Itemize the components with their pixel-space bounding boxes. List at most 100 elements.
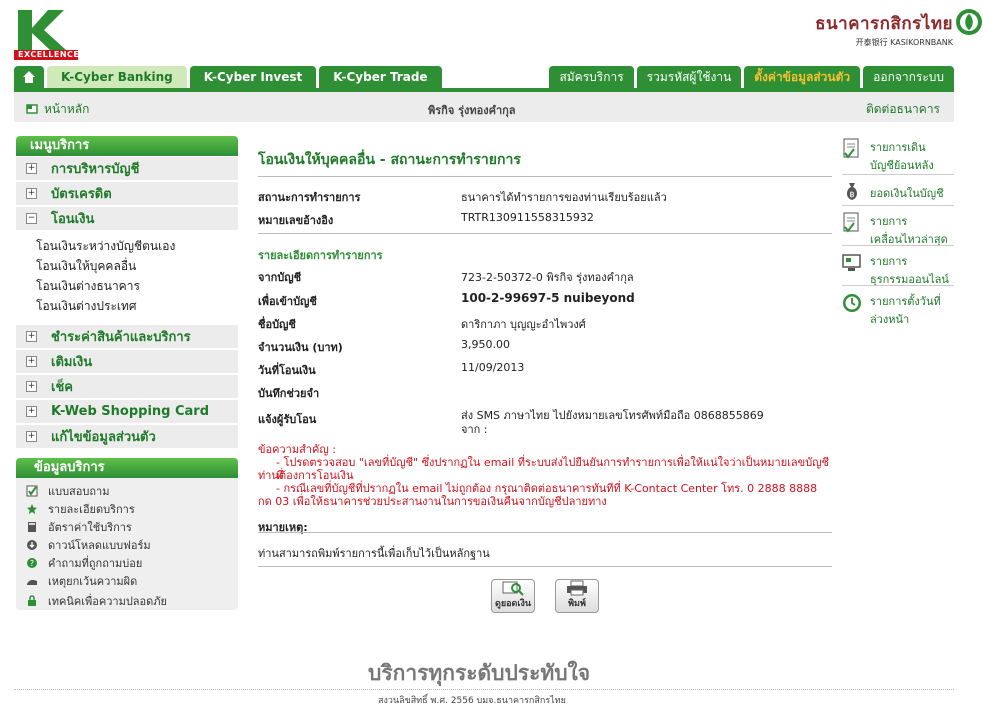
lock-icon [28,595,36,606]
status-value: ธนาคารได้ทำรายการของท่านเรียบร้อยแล้ว [461,191,667,204]
service-menu-title: เมนูบริการ [16,136,238,156]
menu-cheque[interactable]: + เช็ค [16,375,238,399]
magnifier-icon [502,581,524,596]
bank-brand: ธนาคารกสิกรไทย 开泰银行 KASIKORNBANK [815,9,982,48]
menu-edit-profile[interactable]: + แก้ไขข้อมูลส่วนตัว [16,425,238,449]
svc-disclaimer[interactable]: เหตุยกเว้นความผิด [26,572,137,590]
from-account-value: 723-2-50372-0 พิรกิจ รุ่งทองคำกุล [461,271,634,284]
svc-label: คำถามที่ถูกถามบ่อย [48,557,143,570]
menu-top-up[interactable]: + เติมเงิน [16,350,238,374]
home-tab[interactable] [14,66,44,88]
faq-icon: ? [27,558,37,568]
scheduled-transactions-link[interactable]: รายการตั้งวันที่ ล่วงหน้า [842,292,952,328]
online-transactions-link[interactable]: รายการ ธุรกรรมออนไลน์ [842,252,952,288]
money-bag-icon: ฿ [847,183,857,200]
computer-icon [842,254,861,271]
important-line-1: - โปรดตรวจสอบ "เลขที่บัญชี" ซึ่งปรากฏใน … [276,456,830,482]
contact-bank-link[interactable]: ติดต่อธนาคาร [866,100,940,119]
svg-text:฿: ฿ [849,190,854,199]
to-account-label: เพื่อเข้าบัญชี [258,295,317,308]
rp-label: รายการตั้งวันที่ [870,295,941,308]
account-name-value: ดาริกาภา บุญญะอำไพวงศ์ [461,318,586,331]
star-icon [27,504,37,514]
tab-k-cyber-banking[interactable]: K-Cyber Banking [47,66,187,88]
submenu-transfer-own[interactable]: โอนเงินระหว่างบัญชีตนเอง [36,237,175,256]
logo-text: EXCELLENCE [18,50,80,59]
menu-label: เช็ค [51,380,73,395]
statement-history-link[interactable]: รายการเดินบัญชีย้อนหลัง [842,138,952,174]
tab-k-cyber-invest[interactable]: K-Cyber Invest [189,66,317,88]
divider [842,285,954,286]
svc-label: ดาวน์โหลดแบบฟอร์ม [48,539,151,552]
svc-label: รายละเอียดบริการ [48,503,135,516]
important-line-1b: ท่านต้องการโอนเงิน [258,469,354,482]
menu-account-management[interactable]: + การบริหารบัญชี [16,157,238,181]
menu-bill-payment[interactable]: + ชำระค่าสินค้าและบริการ [16,325,238,349]
submenu-transfer-others[interactable]: โอนเงินให้บุคคลอื่น [36,257,136,276]
menu-credit-card[interactable]: + บัตรเครดิต [16,182,238,206]
memo-label: บันทึกช่วยจำ [258,387,320,400]
user-name: พิรกิจ รุ่งทองคำกุล [428,104,516,117]
personal-settings-link[interactable]: ตั้งค่าข้อมูลส่วนตัว [744,66,861,88]
expand-icon: + [26,188,37,199]
document-check-icon [843,212,859,233]
svc-fees[interactable]: อัตราค่าใช้บริการ [26,518,132,536]
rp-label: บัญชีย้อนหลัง [870,159,934,172]
svc-faq[interactable]: ? คำถามที่ถูกถามบ่อย [26,554,142,572]
kbank-excellence-logo[interactable]: EXCELLENCE [14,8,80,60]
svc-label: เทคนิคเพื่อความปลอดภัย [48,595,167,608]
divider [258,233,832,234]
combine-user-id-link[interactable]: รวมรหัสผู้ใช้งาน [636,66,742,88]
account-name-label: ชื่อบัญชี [258,318,296,331]
rp-label: รายการเดิน [870,141,926,154]
kbank-leaf-icon [956,9,982,35]
to-account-value: 100-2-99697-5 nuibeyond [461,291,635,305]
svc-security-tips[interactable]: เทคนิคเพื่อความปลอดภัย [26,592,167,610]
submenu-transfer-other-bank[interactable]: โอนเงินต่างธนาคาร [36,277,140,296]
submenu-transfer-overseas[interactable]: โอนเงินต่างประเทศ [36,297,137,316]
expand-icon: + [26,406,37,417]
logout-link[interactable]: ออกจากระบบ [863,66,954,88]
divider [842,174,954,175]
svc-label: อัตราค่าใช้บริการ [48,521,132,534]
slogan: บริการทุกระดับประทับใจ [368,661,591,685]
reference-label: หมายเลขอ้างอิง [258,214,334,227]
svc-survey[interactable]: แบบสอบถาม [26,482,109,500]
register-service-link[interactable]: สมัครบริการ [549,66,634,88]
divider [258,176,832,177]
home-link[interactable]: หน้าหลัก [26,100,89,119]
clock-icon [843,294,861,312]
home-icon [23,71,35,83]
service-info-title: ข้อมูลบริการ [16,458,238,478]
menu-shopping-card[interactable]: + K-Web Shopping Card [16,400,238,424]
reference-value: TRTR130911558315932 [461,211,594,224]
page-title: โอนเงินให้บุคคลอื่น - สถานะการทำรายการ [258,152,521,168]
expand-icon: + [26,381,37,392]
svc-details[interactable]: รายละเอียดบริการ [26,500,135,518]
menu-label: บัตรเครดิต [51,187,112,202]
menu-label: K-Web Shopping Card [51,404,210,419]
menu-label: การบริหารบัญชี [51,162,140,177]
important-line-2b: กด 03 เพื่อให้ธนาคารช่วยประสานงานในการขอ… [258,495,607,508]
menu-transfer[interactable]: − โอนเงิน [16,207,238,231]
notify-value: ส่ง SMS ภาษาไทย ไปยังหมายเลขโทรศัพท์มือถ… [461,409,764,422]
footer-divider [14,689,954,690]
divider [258,532,832,533]
expand-icon: + [26,356,37,367]
copyright: สงวนลิขสิทธิ์ พ.ศ. 2556 บมจ.ธนาคารกสิกรไ… [378,696,566,706]
expand-icon: + [26,431,37,442]
rp-label: รายการ [870,255,908,268]
view-balance-button[interactable]: ดูยอดเงิน [491,579,535,613]
menu-label: แก้ไขข้อมูลส่วนตัว [51,430,156,445]
document-check-icon [843,138,859,159]
bank-name-thai: ธนาคารกสิกรไทย [815,14,953,34]
from-account-label: จากบัญชี [258,271,302,284]
print-button[interactable]: พิมพ์ [555,579,599,613]
account-balance-link[interactable]: ฿ ยอดเงินในบัญชี [842,180,952,202]
bank-name-english: 开泰银行 KASIKORNBANK [855,38,953,47]
tab-k-cyber-trade[interactable]: K-Cyber Trade [319,66,442,88]
svc-download-forms[interactable]: ดาวน์โหลดแบบฟอร์ม [26,536,151,554]
recent-transactions-link[interactable]: รายการ เคลื่อนไหวล่าสุด [842,212,952,248]
menu-label: โอนเงิน [51,212,95,227]
svc-label: เหตุยกเว้นความผิด [48,575,138,588]
